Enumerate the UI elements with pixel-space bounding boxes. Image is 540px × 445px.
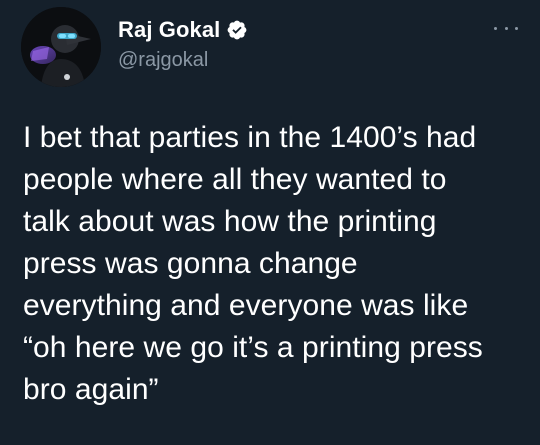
tweet-text-line: talk about was how the printing bbox=[23, 205, 437, 238]
tweet-text-line: press was gonna change bbox=[23, 247, 358, 280]
avatar[interactable] bbox=[21, 7, 101, 87]
tweet-card: Raj Gokal @rajgokal I bet that parties i… bbox=[0, 0, 540, 445]
more-dot bbox=[494, 26, 497, 30]
tweet-text-line: bro again” bbox=[23, 373, 159, 406]
more-options-icon[interactable] bbox=[494, 20, 518, 36]
more-dot bbox=[504, 26, 508, 30]
tweet-text-line: everything and everyone was like bbox=[23, 289, 469, 322]
tweet-text: I bet that parties in the 1400’s had peo… bbox=[23, 117, 528, 411]
more-dot bbox=[515, 26, 518, 30]
author-handle[interactable]: @rajgokal bbox=[118, 49, 208, 72]
avatar-image bbox=[21, 7, 101, 87]
tweet-text-line: “oh here we go it’s a printing press bbox=[23, 331, 483, 364]
author-display-name[interactable]: Raj Gokal bbox=[118, 17, 220, 43]
verified-badge-icon bbox=[227, 20, 247, 40]
author-name-row: Raj Gokal bbox=[118, 16, 248, 44]
tweet-text-line: people where all they wanted to bbox=[23, 163, 447, 196]
tweet-text-line: I bet that parties in the 1400’s had bbox=[23, 121, 477, 154]
